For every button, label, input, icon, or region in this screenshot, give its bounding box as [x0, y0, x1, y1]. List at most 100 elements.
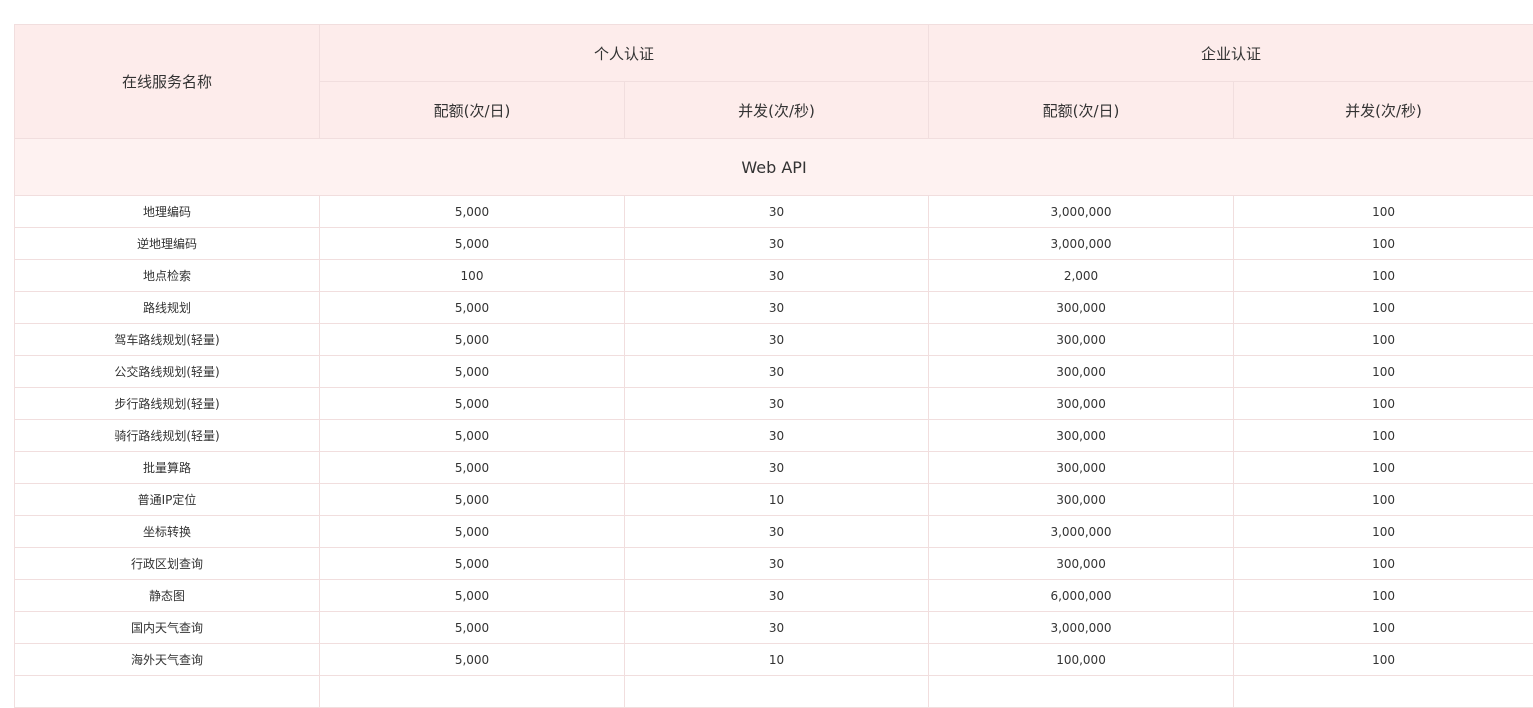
cell-service-name: 行政区划查询	[15, 548, 320, 580]
cell-enterprise-quota: 300,000	[929, 292, 1234, 324]
cell-service-name: 逆地理编码	[15, 228, 320, 260]
header-service-name: 在线服务名称	[15, 25, 320, 139]
cell-enterprise-concurrency: 100	[1234, 612, 1533, 644]
table-row: 逆地理编码5,000303,000,000100	[15, 228, 1533, 260]
cell-enterprise-concurrency: 100	[1234, 356, 1533, 388]
cell-empty	[625, 676, 929, 708]
cell-personal-quota: 5,000	[320, 196, 625, 228]
cell-service-name: 普通IP定位	[15, 484, 320, 516]
cell-enterprise-concurrency: 100	[1234, 580, 1533, 612]
section-row: Web API	[15, 139, 1533, 196]
header-enterprise-quota: 配额(次/日)	[929, 82, 1234, 139]
cell-enterprise-quota: 300,000	[929, 484, 1234, 516]
cell-personal-concurrency: 30	[625, 420, 929, 452]
cell-personal-concurrency: 30	[625, 452, 929, 484]
cell-enterprise-quota: 100,000	[929, 644, 1234, 676]
cell-service-name: 坐标转换	[15, 516, 320, 548]
cell-service-name: 路线规划	[15, 292, 320, 324]
table-row: 步行路线规划(轻量)5,00030300,000100	[15, 388, 1533, 420]
cell-enterprise-concurrency: 100	[1234, 324, 1533, 356]
header-enterprise-auth: 企业认证	[929, 25, 1533, 82]
table-row: 批量算路5,00030300,000100	[15, 452, 1533, 484]
cell-personal-concurrency: 30	[625, 260, 929, 292]
cell-personal-concurrency: 30	[625, 548, 929, 580]
cell-personal-quota: 5,000	[320, 356, 625, 388]
cell-personal-quota: 5,000	[320, 548, 625, 580]
cell-empty	[1234, 676, 1533, 708]
cell-empty	[320, 676, 625, 708]
cell-enterprise-quota: 3,000,000	[929, 196, 1234, 228]
table-row: 普通IP定位5,00010300,000100	[15, 484, 1533, 516]
cell-personal-quota: 5,000	[320, 452, 625, 484]
cell-personal-concurrency: 30	[625, 580, 929, 612]
table-row: 公交路线规划(轻量)5,00030300,000100	[15, 356, 1533, 388]
cell-service-name: 批量算路	[15, 452, 320, 484]
cell-enterprise-concurrency: 100	[1234, 548, 1533, 580]
table-row: 路线规划5,00030300,000100	[15, 292, 1533, 324]
cell-personal-concurrency: 30	[625, 196, 929, 228]
quota-table: 在线服务名称 个人认证 企业认证 配额(次/日) 并发(次/秒) 配额(次/日)…	[14, 24, 1533, 708]
cell-enterprise-concurrency: 100	[1234, 292, 1533, 324]
cell-personal-concurrency: 30	[625, 388, 929, 420]
section-title: Web API	[15, 139, 1533, 196]
header-personal-quota: 配额(次/日)	[320, 82, 625, 139]
cell-empty	[15, 676, 320, 708]
table-row: 驾车路线规划(轻量)5,00030300,000100	[15, 324, 1533, 356]
cell-service-name: 海外天气查询	[15, 644, 320, 676]
cell-personal-quota: 5,000	[320, 516, 625, 548]
cell-personal-quota: 5,000	[320, 292, 625, 324]
table-row: 地点检索100302,000100	[15, 260, 1533, 292]
cell-enterprise-quota: 6,000,000	[929, 580, 1234, 612]
table-header: 在线服务名称 个人认证 企业认证 配额(次/日) 并发(次/秒) 配额(次/日)…	[15, 25, 1533, 139]
cell-personal-quota: 5,000	[320, 388, 625, 420]
cell-personal-concurrency: 10	[625, 484, 929, 516]
cell-personal-quota: 100	[320, 260, 625, 292]
cell-enterprise-concurrency: 100	[1234, 516, 1533, 548]
table-row: 行政区划查询5,00030300,000100	[15, 548, 1533, 580]
cell-service-name: 地点检索	[15, 260, 320, 292]
quota-table-container: 在线服务名称 个人认证 企业认证 配额(次/日) 并发(次/秒) 配额(次/日)…	[14, 24, 1533, 708]
cell-service-name: 骑行路线规划(轻量)	[15, 420, 320, 452]
cell-enterprise-concurrency: 100	[1234, 484, 1533, 516]
table-body: Web API 地理编码5,000303,000,000100逆地理编码5,00…	[15, 139, 1533, 708]
cell-service-name: 步行路线规划(轻量)	[15, 388, 320, 420]
cell-enterprise-quota: 300,000	[929, 420, 1234, 452]
cell-enterprise-quota: 300,000	[929, 324, 1234, 356]
cell-personal-quota: 5,000	[320, 580, 625, 612]
cell-personal-quota: 5,000	[320, 420, 625, 452]
cell-personal-concurrency: 10	[625, 644, 929, 676]
cell-service-name: 公交路线规划(轻量)	[15, 356, 320, 388]
cell-personal-quota: 5,000	[320, 484, 625, 516]
cell-personal-quota: 5,000	[320, 612, 625, 644]
header-personal-concurrency: 并发(次/秒)	[625, 82, 929, 139]
cell-enterprise-concurrency: 100	[1234, 260, 1533, 292]
cell-service-name: 国内天气查询	[15, 612, 320, 644]
cell-personal-concurrency: 30	[625, 516, 929, 548]
cell-enterprise-concurrency: 100	[1234, 452, 1533, 484]
cell-personal-concurrency: 30	[625, 324, 929, 356]
cell-enterprise-concurrency: 100	[1234, 388, 1533, 420]
cell-personal-quota: 5,000	[320, 644, 625, 676]
cell-personal-concurrency: 30	[625, 612, 929, 644]
cell-enterprise-quota: 300,000	[929, 452, 1234, 484]
table-row-partial	[15, 676, 1533, 708]
cell-enterprise-quota: 3,000,000	[929, 228, 1234, 260]
table-row: 坐标转换5,000303,000,000100	[15, 516, 1533, 548]
table-row: 地理编码5,000303,000,000100	[15, 196, 1533, 228]
cell-enterprise-quota: 3,000,000	[929, 612, 1234, 644]
table-row: 静态图5,000306,000,000100	[15, 580, 1533, 612]
cell-enterprise-quota: 300,000	[929, 388, 1234, 420]
cell-personal-concurrency: 30	[625, 228, 929, 260]
cell-personal-quota: 5,000	[320, 228, 625, 260]
cell-personal-concurrency: 30	[625, 292, 929, 324]
cell-enterprise-concurrency: 100	[1234, 228, 1533, 260]
cell-enterprise-quota: 2,000	[929, 260, 1234, 292]
cell-service-name: 驾车路线规划(轻量)	[15, 324, 320, 356]
cell-enterprise-concurrency: 100	[1234, 196, 1533, 228]
table-row: 骑行路线规划(轻量)5,00030300,000100	[15, 420, 1533, 452]
table-row: 国内天气查询5,000303,000,000100	[15, 612, 1533, 644]
table-row: 海外天气查询5,00010100,000100	[15, 644, 1533, 676]
cell-personal-concurrency: 30	[625, 356, 929, 388]
cell-service-name: 地理编码	[15, 196, 320, 228]
cell-enterprise-quota: 300,000	[929, 356, 1234, 388]
